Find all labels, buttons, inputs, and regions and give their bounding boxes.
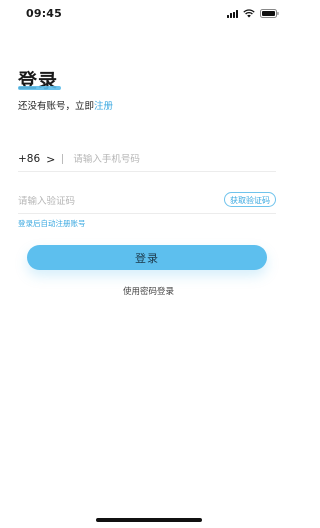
status-icons — [227, 9, 279, 18]
country-selector-arrow[interactable]: > — [46, 153, 55, 166]
status-bar: 09:45 — [0, 0, 297, 26]
register-link[interactable]: 注册 — [94, 101, 113, 112]
login-button[interactable]: 登录 — [27, 245, 267, 270]
get-code-button[interactable]: 获取验证码 — [224, 192, 276, 207]
phone-divider — [62, 154, 64, 164]
password-login-link[interactable]: 使用密码登录 — [0, 285, 297, 297]
home-indicator[interactable] — [96, 518, 202, 522]
phone-field-row: +86 > — [18, 147, 276, 172]
signal-icon — [227, 9, 238, 18]
phone-input[interactable] — [73, 153, 244, 165]
battery-icon — [260, 9, 279, 18]
register-prompt: 还没有账号，立即注册 — [18, 98, 113, 112]
register-prompt-text: 还没有账号，立即 — [18, 101, 95, 112]
wifi-icon — [243, 9, 255, 18]
code-field-row: 获取验证码 — [18, 189, 276, 214]
auto-register-hint: 登录后自动注册账号 — [18, 219, 86, 228]
country-code[interactable]: +86 — [18, 153, 40, 165]
title-underline — [18, 86, 61, 90]
verification-code-input[interactable] — [18, 195, 198, 207]
status-time: 09:45 — [26, 7, 63, 20]
